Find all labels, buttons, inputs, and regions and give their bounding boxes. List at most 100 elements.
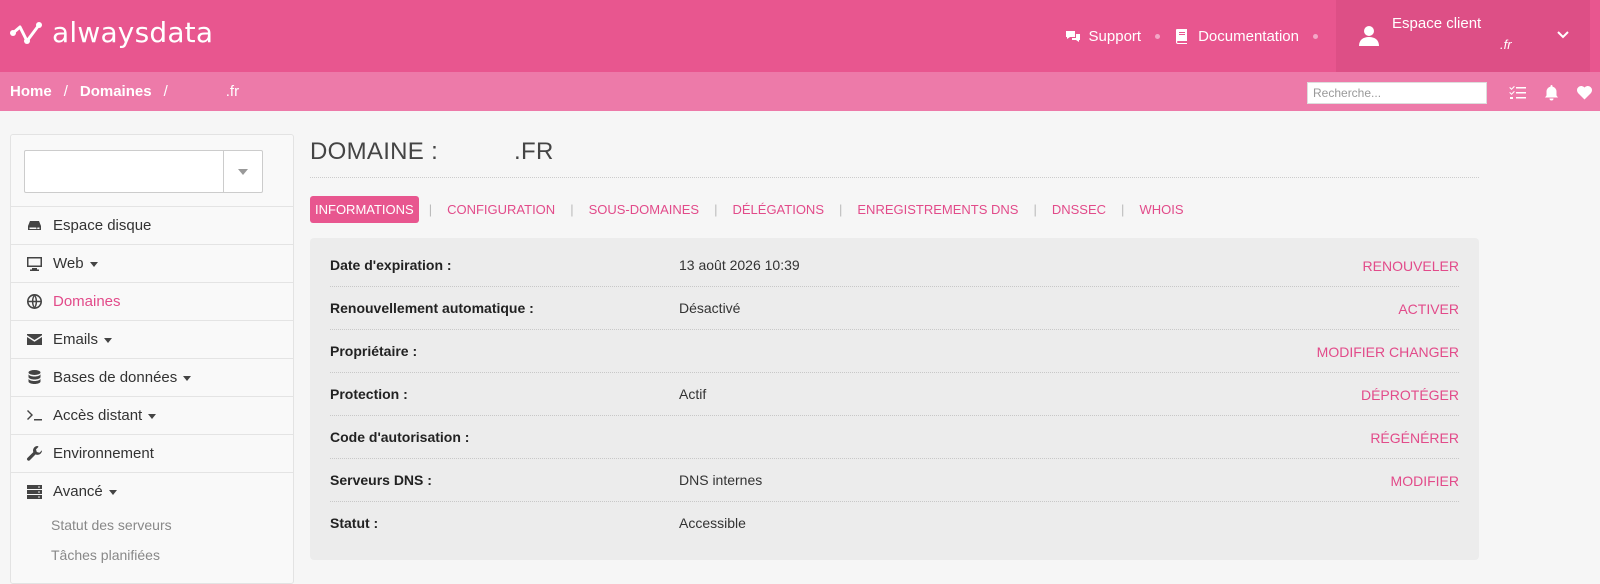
terminal-icon [27, 410, 42, 421]
account-title: Espace client [1392, 14, 1482, 32]
tab-dnssec[interactable]: DNSSEC [1047, 196, 1111, 223]
sidebar-item-databases[interactable]: Bases de données [11, 358, 293, 396]
documentation-link[interactable]: Documentation [1174, 28, 1299, 45]
page-title-prefix: DOMAINE : [310, 138, 439, 165]
breadcrumb-separator: / [163, 83, 168, 100]
sidebar-item-emails[interactable]: Emails [11, 320, 293, 358]
tab-informations[interactable]: INFORMATIONS [310, 196, 419, 223]
sidebar-item-domains[interactable]: Domaines [11, 282, 293, 320]
renew-button[interactable]: RENOUVELER [1363, 258, 1459, 274]
info-row-auto-renewal: Renouvellement automatique : Désactivé A… [330, 287, 1459, 330]
server-icon [27, 485, 42, 499]
sidebar-item-label: Environnement [53, 445, 154, 462]
sidebar-item-advanced[interactable]: Avancé [11, 472, 293, 510]
support-label: Support [1088, 27, 1142, 45]
tasks-icon[interactable] [1509, 84, 1526, 101]
sidebar-item-label: Accès distant [53, 407, 143, 424]
globe-icon [27, 294, 42, 309]
sidebar-item-label: Domaines [53, 293, 121, 310]
row-value: 13 août 2026 10:39 [679, 257, 800, 273]
chat-icon [1065, 31, 1080, 42]
logo-icon [10, 21, 42, 44]
sidebar-subitem-scheduled-tasks[interactable]: Tâches planifiées [11, 540, 293, 570]
sidebar-item-environment[interactable]: Environnement [11, 434, 293, 472]
sidebar-item-label: Espace disque [53, 217, 152, 234]
domain-select[interactable] [24, 150, 263, 193]
sidebar-item-label: Web [53, 255, 84, 272]
account-domain: .fr [1500, 36, 1512, 52]
caret-down-icon [148, 414, 157, 419]
row-value: Actif [679, 386, 707, 402]
sidebar-item-label: Avancé [53, 483, 103, 500]
modify-change-owner-button[interactable]: MODIFIER CHANGER [1317, 344, 1459, 360]
support-link[interactable]: Support [1065, 27, 1142, 45]
monitor-icon [27, 257, 42, 271]
envelope-icon [27, 334, 42, 345]
info-row-expiration: Date d'expiration : 13 août 2026 10:39 R… [330, 244, 1459, 287]
tab-subdomains[interactable]: SOUS-DOMAINES [584, 196, 705, 223]
user-icon [1359, 26, 1379, 46]
tab-separator: | [570, 202, 574, 217]
row-label: Propriétaire : [330, 343, 418, 359]
row-value: Accessible [679, 515, 746, 531]
sidebar: Espace disque Web Domaines Emails Bases … [10, 134, 294, 584]
tab-separator: | [428, 202, 433, 217]
breadcrumb-home[interactable]: Home [10, 83, 52, 100]
hdd-icon [28, 221, 41, 230]
info-row-protection: Protection : Actif DÉPROTÉGER [330, 373, 1459, 416]
row-label: Renouvellement automatique : [330, 300, 534, 316]
tab-separator: | [714, 202, 718, 217]
heart-icon[interactable] [1576, 84, 1593, 101]
documentation-label: Documentation [1198, 27, 1299, 45]
logo[interactable]: alwaysdata [10, 16, 213, 49]
select-toggle[interactable] [223, 151, 262, 192]
row-label: Statut : [330, 515, 379, 531]
wrench-icon [27, 446, 43, 461]
sidebar-item-web[interactable]: Web [11, 244, 293, 282]
info-row-owner: Propriétaire : MODIFIER CHANGER [330, 330, 1459, 373]
unprotect-button[interactable]: DÉPROTÉGER [1361, 387, 1459, 403]
tab-whois[interactable]: WHOIS [1134, 196, 1188, 223]
breadcrumb-current: .fr [225, 83, 240, 100]
breadcrumb-bar: Home / Domaines / .fr [0, 72, 1600, 111]
top-bar: alwaysdata Support Documentation Espace … [0, 0, 1600, 72]
activate-button[interactable]: ACTIVER [1398, 301, 1459, 317]
modify-dns-button[interactable]: MODIFIER [1391, 473, 1459, 489]
tab-delegations[interactable]: DÉLÉGATIONS [727, 196, 829, 223]
row-value: DNS internes [679, 472, 763, 488]
search-input[interactable] [1307, 82, 1487, 104]
row-label: Code d'autorisation : [330, 429, 470, 445]
row-label: Protection : [330, 386, 408, 402]
tab-separator: | [839, 202, 843, 217]
caret-down-icon [104, 338, 113, 343]
breadcrumb-domains[interactable]: Domaines [80, 83, 152, 100]
account-menu[interactable]: Espace client .fr [1336, 0, 1590, 72]
top-links: Support Documentation [1065, 0, 1332, 72]
tab-dns-records[interactable]: ENREGISTREMENTS DNS [852, 196, 1023, 223]
row-value: Désactivé [679, 300, 741, 316]
title-divider [310, 177, 1479, 178]
page-title: DOMAINE : .FR [310, 138, 554, 166]
domain-info-panel: Date d'expiration : 13 août 2026 10:39 R… [310, 238, 1479, 560]
regenerate-button[interactable]: RÉGÉNÉRER [1370, 430, 1459, 446]
tab-separator: | [1033, 202, 1037, 217]
info-row-status: Statut : Accessible [330, 502, 1459, 545]
breadcrumb: Home / Domaines / .fr [10, 83, 239, 100]
row-label: Serveurs DNS : [330, 472, 432, 488]
tab-separator: | [1121, 202, 1125, 217]
sidebar-item-label: Bases de données [53, 369, 178, 386]
caret-down-icon [108, 490, 117, 495]
caret-down-icon [238, 168, 248, 175]
book-icon [1176, 29, 1188, 44]
separator-dot [1313, 33, 1318, 39]
tab-configuration[interactable]: CONFIGURATION [442, 196, 560, 223]
sidebar-item-remote-access[interactable]: Accès distant [11, 396, 293, 434]
sidebar-item-label: Emails [53, 331, 99, 348]
separator-dot [1155, 33, 1161, 39]
breadcrumb-separator: / [63, 83, 68, 100]
logo-text: alwaysdata [52, 16, 214, 49]
sidebar-subitem-server-status[interactable]: Statut des serveurs [11, 510, 293, 540]
sidebar-item-disk-space[interactable]: Espace disque [11, 206, 293, 244]
bell-icon[interactable] [1543, 84, 1560, 101]
chevron-down-icon [1557, 31, 1569, 39]
